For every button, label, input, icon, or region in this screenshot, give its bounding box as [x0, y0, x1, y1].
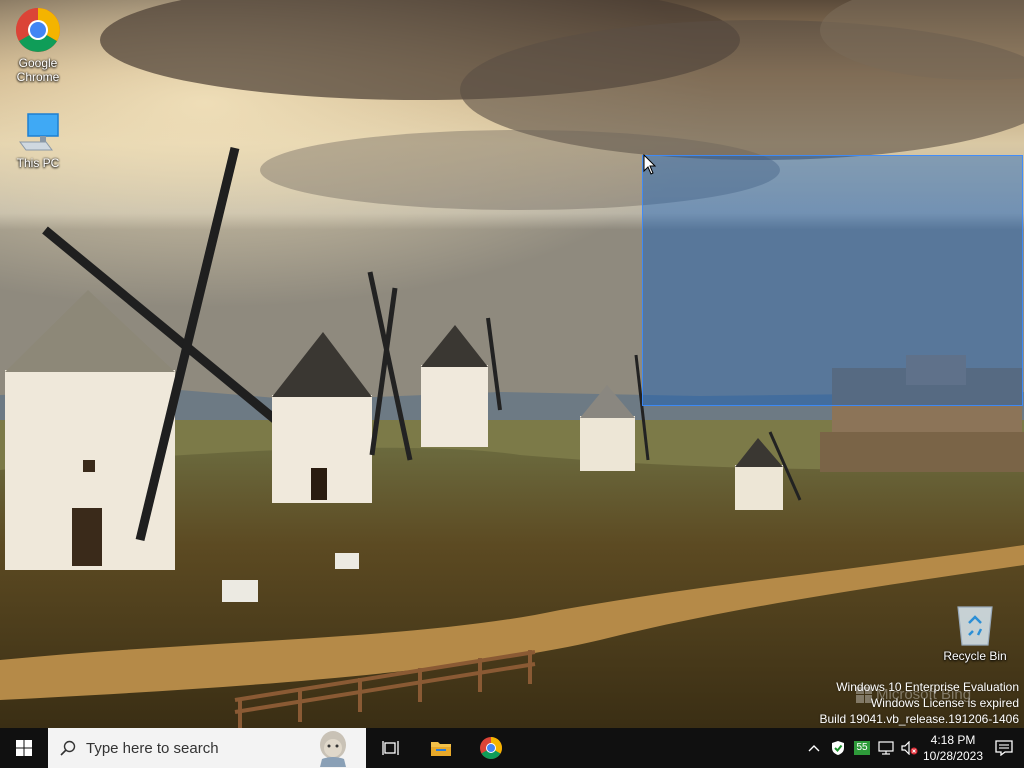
- watermark-edition: Windows 10 Enterprise Evaluation: [836, 680, 1019, 694]
- desktop-icon-label: Chrome: [16, 70, 60, 84]
- search-highlight-figure-icon: [320, 731, 346, 767]
- taskbar: Type here to search 55 4:18 PM 10/28/202…: [0, 728, 1024, 768]
- system-tray: 55 4:18 PM 10/28/2023: [802, 728, 1024, 768]
- search-placeholder: Type here to search: [86, 739, 219, 757]
- show-hidden-icons-button[interactable]: [802, 728, 826, 768]
- desktop[interactable]: Google Chrome This PC Recycle Bin Micros…: [0, 0, 1024, 728]
- watermark-build: Build 19041.vb_release.191206-1406: [819, 712, 1020, 726]
- windows-logo-icon: [16, 740, 32, 756]
- clock-date: 10/28/2023: [922, 749, 984, 763]
- notification-icon: [995, 740, 1013, 756]
- start-button[interactable]: [0, 728, 48, 768]
- volume-muted-icon: [901, 741, 918, 755]
- search-icon: [60, 740, 76, 756]
- chrome-icon: [16, 8, 60, 52]
- taskbar-clock[interactable]: 4:18 PM 10/28/2023: [922, 732, 984, 764]
- clock-time: 4:18 PM: [930, 733, 976, 747]
- tray-badge-button[interactable]: 55: [850, 728, 874, 768]
- action-center-button[interactable]: [984, 728, 1024, 768]
- desktop-icon-label: Recycle Bin: [943, 649, 1007, 663]
- desktop-icon-this-pc[interactable]: This PC: [0, 110, 76, 170]
- task-view-icon: [382, 741, 399, 755]
- monitor-icon: [19, 113, 59, 151]
- network-tray-button[interactable]: [874, 728, 898, 768]
- task-view-button[interactable]: [366, 728, 416, 768]
- file-explorer-icon: [431, 742, 451, 756]
- taskbar-search-box[interactable]: Type here to search: [48, 728, 366, 768]
- chrome-taskbar-button[interactable]: [466, 728, 516, 768]
- tray-badge-count: 55: [854, 741, 870, 755]
- volume-tray-button[interactable]: [898, 728, 922, 768]
- file-explorer-button[interactable]: [416, 728, 466, 768]
- drag-selection-rectangle: [642, 155, 1023, 406]
- desktop-icon-label: This PC: [16, 156, 60, 170]
- watermark-license: Windows License is expired: [870, 696, 1019, 710]
- mouse-cursor-icon: [643, 154, 657, 175]
- desktop-icon-label: Google: [18, 56, 58, 70]
- windows-evaluation-watermark: Windows 10 Enterprise Evaluation Windows…: [820, 679, 1020, 727]
- chevron-up-icon: [808, 745, 820, 752]
- security-shield-icon: [832, 741, 844, 755]
- windows-security-tray-button[interactable]: [826, 728, 850, 768]
- desktop-icon-google-chrome[interactable]: Google Chrome: [0, 6, 76, 84]
- chrome-icon: [480, 737, 502, 759]
- desktop-icon-recycle-bin[interactable]: Recycle Bin: [937, 603, 1013, 663]
- recycle-bin-icon: [957, 606, 993, 646]
- network-icon: [878, 741, 894, 755]
